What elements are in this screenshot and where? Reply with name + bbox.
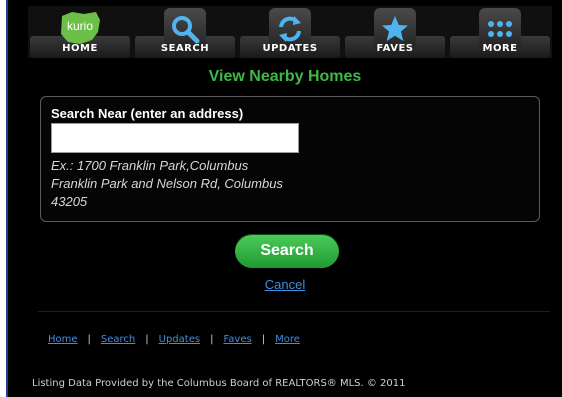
nav-updates[interactable]: UPDATES [238,6,342,58]
cancel-link[interactable]: Cancel [8,277,562,292]
address-label: Search Near (enter an address) [51,106,244,121]
nav-updates-label: UPDATES [262,43,318,54]
footer-separator: | [87,334,91,345]
top-nav: kurio HOME SEARCH UPDATES FAVES MORE [28,6,552,58]
divider [38,311,550,312]
footer-link-search[interactable]: Search [101,334,135,345]
footer-link-home[interactable]: Home [48,334,78,345]
nav-home[interactable]: kurio HOME [28,6,132,58]
footer-link-faves[interactable]: Faves [223,334,251,345]
svg-text:kurio: kurio [67,19,93,33]
search-panel: Search Near (enter an address) Ex.: 1700… [40,96,540,222]
footer-links: Home | Search | Updates | Faves | More [48,334,300,345]
nav-home-label: HOME [62,43,98,54]
page-title: View Nearby Homes [208,68,362,85]
footer-separator: | [145,334,149,345]
left-border [0,0,8,397]
nav-more[interactable]: MORE [448,6,552,58]
footer-link-more[interactable]: More [275,334,300,345]
nav-more-label: MORE [482,43,518,54]
nav-search-label: SEARCH [160,43,210,54]
address-input[interactable] [51,123,299,153]
nav-search[interactable]: SEARCH [133,6,237,58]
search-button[interactable]: Search [235,234,339,268]
example-text: Ex.: 1700 Franklin Park,Columbus Frankli… [51,158,283,209]
nav-faves-label: FAVES [376,43,414,54]
footer-link-updates[interactable]: Updates [159,334,200,345]
app-frame: kurio HOME SEARCH UPDATES FAVES MORE Vie… [8,0,562,397]
nav-faves[interactable]: FAVES [343,6,447,58]
mls-disclaimer: Listing Data Provided by the Columbus Bo… [32,378,406,389]
footer-separator: | [210,334,214,345]
footer-separator: | [261,334,266,345]
